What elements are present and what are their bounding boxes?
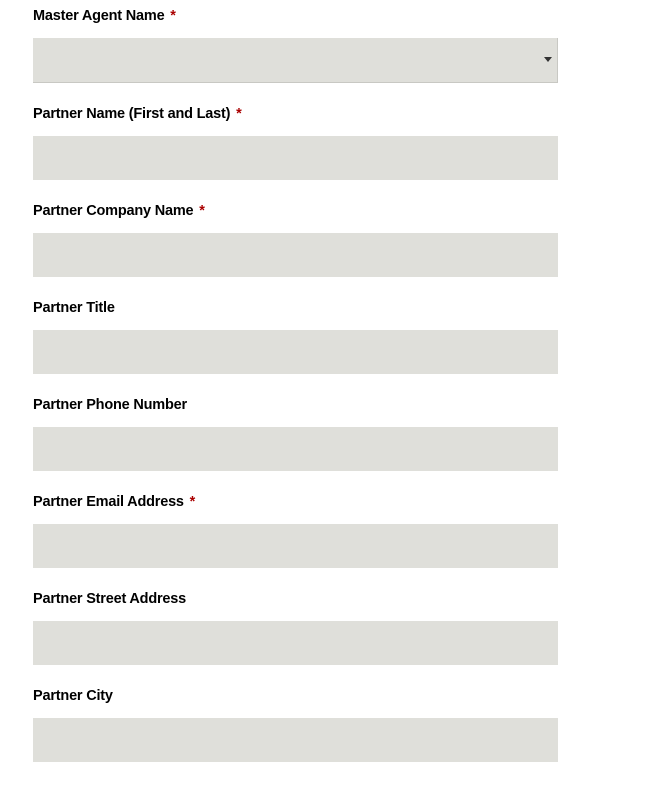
partner-name-field: Partner Name (First and Last) * bbox=[33, 106, 660, 180]
partner-phone-number-field: Partner Phone Number bbox=[33, 397, 660, 471]
label-text: Partner Street Address bbox=[33, 591, 186, 607]
master-agent-name-label: Master Agent Name * bbox=[33, 8, 660, 24]
partner-title-field: Partner Title bbox=[33, 300, 660, 374]
required-asterisk: * bbox=[236, 106, 241, 122]
partner-name-input[interactable] bbox=[33, 136, 558, 180]
partner-title-input[interactable] bbox=[33, 330, 558, 374]
partner-company-name-field: Partner Company Name * bbox=[33, 203, 660, 277]
partner-form: Master Agent Name * Partner Name (First … bbox=[0, 8, 660, 762]
partner-company-name-input[interactable] bbox=[33, 233, 558, 277]
partner-email-address-input[interactable] bbox=[33, 524, 558, 568]
required-asterisk: * bbox=[199, 203, 204, 219]
partner-email-address-label: Partner Email Address * bbox=[33, 494, 660, 510]
partner-street-address-input[interactable] bbox=[33, 621, 558, 665]
required-asterisk: * bbox=[190, 494, 195, 510]
partner-company-name-label: Partner Company Name * bbox=[33, 203, 660, 219]
required-asterisk: * bbox=[170, 8, 175, 24]
label-text: Master Agent Name bbox=[33, 8, 164, 24]
label-text: Partner Name (First and Last) bbox=[33, 106, 230, 122]
label-text: Partner Title bbox=[33, 300, 115, 316]
partner-phone-number-label: Partner Phone Number bbox=[33, 397, 660, 413]
master-agent-name-field: Master Agent Name * bbox=[33, 8, 660, 83]
partner-phone-number-input[interactable] bbox=[33, 427, 558, 471]
partner-title-label: Partner Title bbox=[33, 300, 660, 316]
label-text: Partner City bbox=[33, 688, 113, 704]
partner-street-address-label: Partner Street Address bbox=[33, 591, 660, 607]
partner-street-address-field: Partner Street Address bbox=[33, 591, 660, 665]
partner-email-address-field: Partner Email Address * bbox=[33, 494, 660, 568]
partner-city-input[interactable] bbox=[33, 718, 558, 762]
label-text: Partner Company Name bbox=[33, 203, 193, 219]
partner-city-label: Partner City bbox=[33, 688, 660, 704]
partner-name-label: Partner Name (First and Last) * bbox=[33, 106, 660, 122]
label-text: Partner Phone Number bbox=[33, 397, 187, 413]
label-text: Partner Email Address bbox=[33, 494, 184, 510]
master-agent-name-select[interactable] bbox=[33, 38, 558, 83]
partner-city-field: Partner City bbox=[33, 688, 660, 762]
